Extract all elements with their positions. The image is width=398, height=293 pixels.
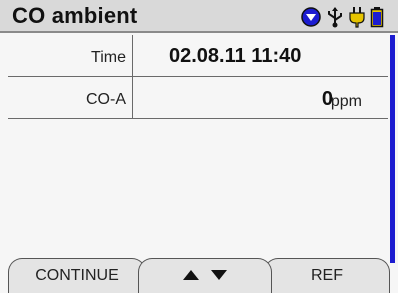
battery-icon — [370, 7, 384, 28]
arrow-up-icon — [182, 270, 199, 280]
navigate-button[interactable] — [138, 258, 272, 293]
time-value: 02.08.11 11:40 — [169, 45, 302, 67]
continue-button[interactable]: CONTINUE — [8, 258, 146, 293]
co-a-value-cell: 0 ppm — [134, 77, 388, 119]
measurement-screen: CO ambient Time 02.08.11 11:40 CO-A 0 pp… — [0, 0, 398, 293]
status-icons — [300, 6, 390, 28]
page-title: CO ambient — [12, 3, 138, 28]
time-label: Time — [8, 35, 133, 77]
usb-connection-icon — [328, 7, 342, 28]
arrow-down-icon — [211, 270, 228, 280]
table-row-time: Time 02.08.11 11:40 — [8, 35, 388, 77]
ref-button[interactable]: REF — [264, 258, 390, 293]
time-value-cell: 02.08.11 11:40 — [134, 35, 388, 77]
gas-sensor-icon — [301, 7, 321, 27]
navigate-arrows — [182, 268, 228, 293]
title-bar: CO ambient — [0, 0, 398, 33]
co-a-label: CO-A — [8, 77, 133, 119]
softkey-bar: CONTINUE REF — [0, 258, 398, 293]
co-a-unit: ppm — [330, 93, 362, 110]
mains-plug-icon — [349, 7, 365, 28]
scrollbar[interactable] — [390, 35, 395, 263]
table-row-co-a: CO-A 0 ppm — [8, 77, 388, 119]
